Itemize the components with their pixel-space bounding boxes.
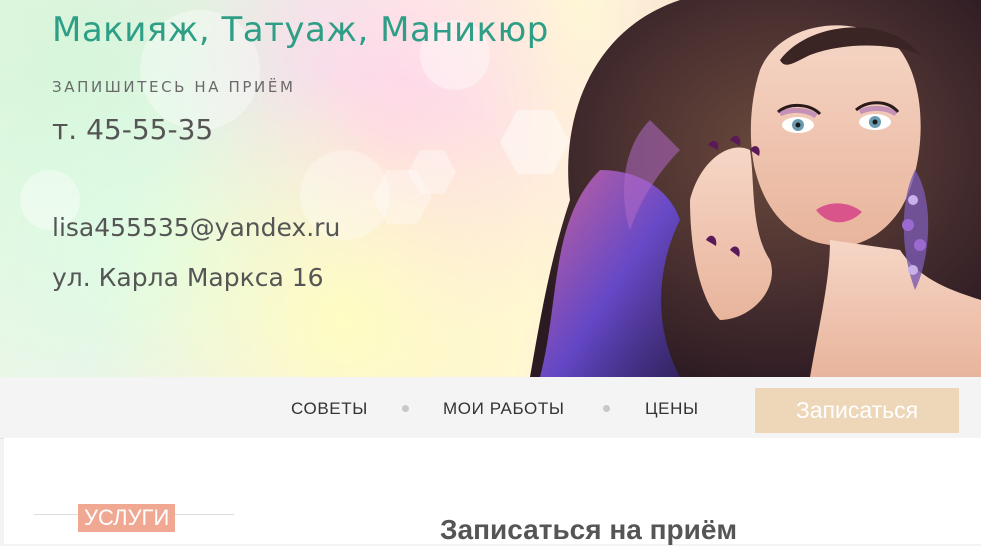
street-address: ул. Карла Маркса 16: [52, 263, 324, 292]
nav-separator-dot: [603, 405, 610, 412]
services-heading: УСЛУГИ: [78, 504, 176, 532]
model-portrait: [530, 0, 981, 377]
nav-link-prices[interactable]: ЦЕНЫ: [645, 399, 699, 419]
appointment-label: ЗАПИШИТЕСЬ НА ПРИЁМ: [52, 78, 296, 96]
header-banner: Макияж, Татуаж, Маникюр ЗАПИШИТЕСЬ НА ПР…: [0, 0, 981, 377]
book-appointment-button[interactable]: Записаться: [755, 388, 959, 433]
main-navigation: СОВЕТЫ МОИ РАБОТЫ ЦЕНЫ Записаться: [0, 377, 981, 439]
nav-link-tips[interactable]: СОВЕТЫ: [291, 399, 368, 419]
nav-separator-dot: [402, 405, 409, 412]
content-area: УСЛУГИ Записаться на приём: [4, 438, 981, 545]
nav-link-my-works[interactable]: МОИ РАБОТЫ: [443, 399, 565, 419]
appointment-form-title: Записаться на приём: [440, 514, 738, 545]
email-address[interactable]: lisa455535@yandex.ru: [52, 213, 340, 242]
phone-number: т. 45-55-35: [52, 113, 214, 146]
site-title: Макияж, Татуаж, Маникюр: [52, 10, 549, 50]
